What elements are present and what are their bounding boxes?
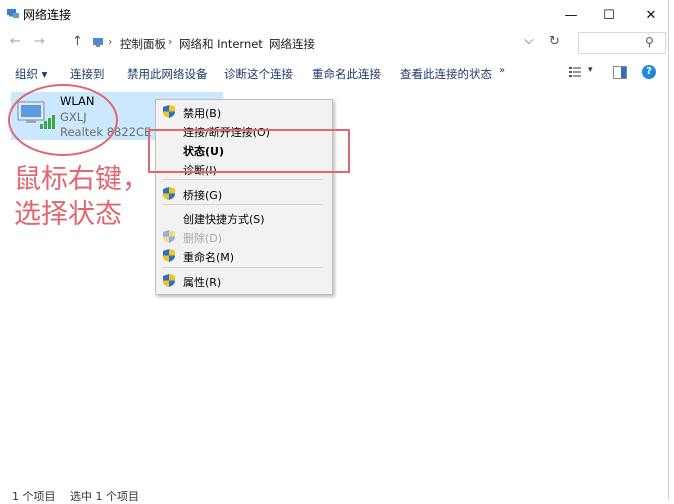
window-title: 网络连接 xyxy=(23,8,72,22)
uac-shield-icon xyxy=(163,230,175,243)
back-button[interactable]: ← xyxy=(10,34,21,49)
menu-item-delete: 删除(D) xyxy=(183,232,223,245)
breadcrumb-separator: › xyxy=(258,35,263,48)
maximize-button[interactable]: ☐ xyxy=(587,0,631,30)
more-commands-button[interactable]: » xyxy=(499,65,505,76)
menu-item-rename[interactable]: 重命名(M) xyxy=(183,249,234,265)
annotation-line-1: 鼠标右键， xyxy=(14,164,149,195)
network-connections-icon xyxy=(7,9,19,18)
uac-shield-icon xyxy=(163,249,175,262)
view-options-caret[interactable]: ▾ xyxy=(588,65,593,75)
selected-count: 选中 1 个项目 xyxy=(70,490,139,503)
item-count: 1 个项目 xyxy=(12,490,56,503)
window-border xyxy=(668,0,669,500)
preview-pane-icon[interactable] xyxy=(613,66,627,79)
annotation-circle xyxy=(8,84,118,156)
annotation-text: 鼠标右键， 选择状态 xyxy=(14,162,149,232)
up-button[interactable]: ↑ xyxy=(72,34,83,49)
menu-separator xyxy=(163,267,323,268)
menu-item-disable[interactable]: 禁用(B) xyxy=(183,105,221,121)
uac-shield-icon xyxy=(163,187,175,200)
menu-item-create-shortcut[interactable]: 创建快捷方式(S) xyxy=(183,211,265,227)
annotation-highlight-box xyxy=(148,129,350,173)
close-button[interactable]: ✕ xyxy=(629,0,673,30)
control-panel-icon xyxy=(93,38,103,47)
breadcrumb-control-panel[interactable]: 控制面板 xyxy=(120,36,166,52)
uac-shield-icon xyxy=(163,105,175,118)
uac-shield-icon xyxy=(163,274,175,287)
menu-separator xyxy=(163,179,323,180)
change-view-icon[interactable] xyxy=(569,66,581,78)
annotation-line-2: 选择状态 xyxy=(14,199,122,230)
disable-device-button[interactable]: 禁用此网络设备 xyxy=(127,66,208,82)
menu-item-properties[interactable]: 属性(R) xyxy=(183,274,221,290)
menu-item-bridge[interactable]: 桥接(G) xyxy=(183,187,222,203)
view-status-button[interactable]: 查看此连接的状态 xyxy=(400,66,492,82)
help-icon[interactable]: ? xyxy=(642,65,656,79)
connect-to-button[interactable]: 连接到 xyxy=(70,66,105,82)
breadcrumb-network-internet[interactable]: 网络和 Internet xyxy=(179,36,263,52)
address-dropdown-button[interactable]: ⌵ xyxy=(524,33,534,48)
breadcrumb-network-connections[interactable]: 网络连接 xyxy=(269,36,315,52)
search-icon[interactable]: ⚲ xyxy=(645,35,654,49)
breadcrumb-separator: › xyxy=(168,35,173,48)
forward-button[interactable]: → xyxy=(34,34,45,49)
rename-button[interactable]: 重命名此连接 xyxy=(312,66,381,82)
refresh-button[interactable]: ↻ xyxy=(549,34,560,49)
diagnose-button[interactable]: 诊断这个连接 xyxy=(224,66,293,82)
menu-separator xyxy=(163,204,323,205)
breadcrumb-separator: › xyxy=(108,35,113,48)
organize-button[interactable]: 组织 ▾ xyxy=(15,66,47,82)
